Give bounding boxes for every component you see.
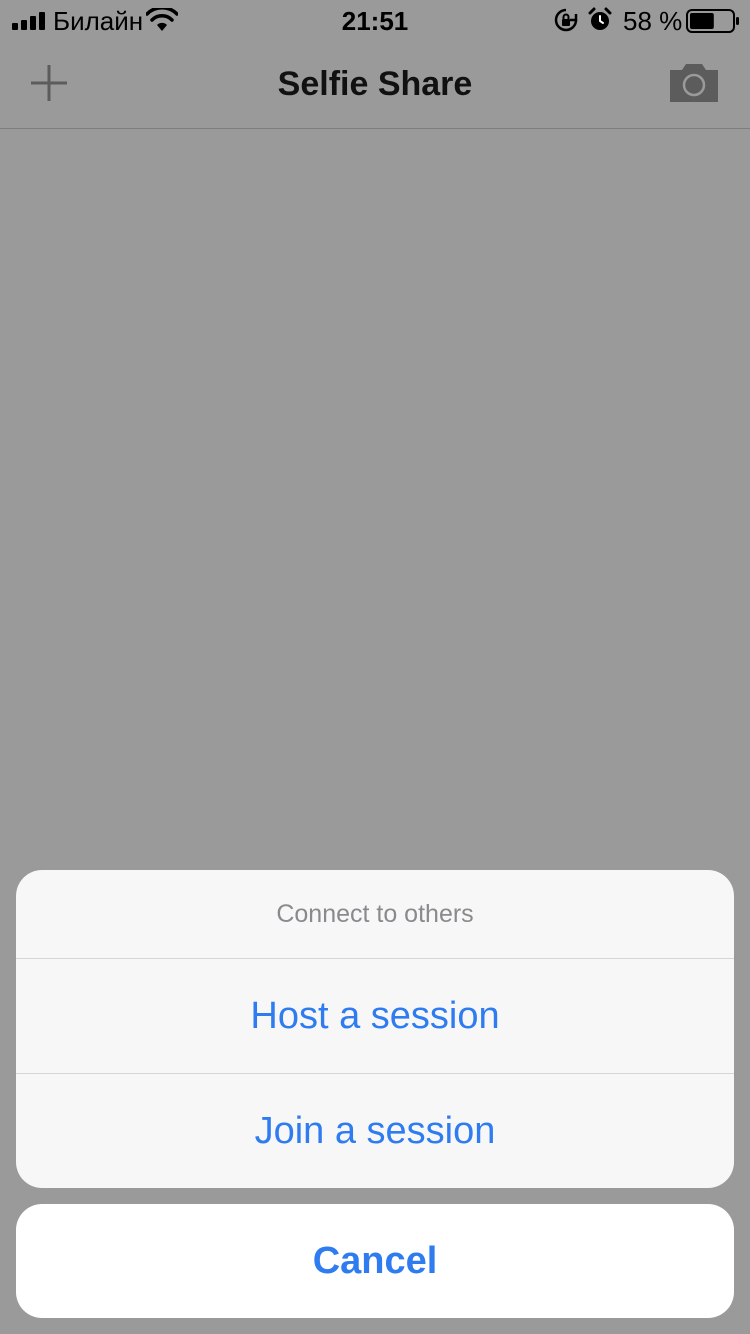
action-sheet: Connect to others Host a session Join a … bbox=[16, 870, 734, 1188]
status-bar: Билайн 21:51 58 % bbox=[0, 0, 750, 40]
rotation-lock-icon bbox=[554, 8, 578, 32]
camera-icon[interactable] bbox=[668, 62, 720, 104]
battery-percent: 58 % bbox=[623, 6, 683, 36]
navigation-bar: Selfie Share bbox=[0, 40, 750, 129]
battery-icon bbox=[686, 9, 739, 33]
cancel-button[interactable]: Cancel bbox=[16, 1204, 734, 1318]
action-sheet-header: Connect to others bbox=[16, 870, 734, 959]
alarm-icon bbox=[588, 7, 612, 30]
page-title: Selfie Share bbox=[277, 65, 473, 103]
host-session-button[interactable]: Host a session bbox=[16, 959, 734, 1074]
action-sheet-title: Connect to others bbox=[276, 899, 474, 928]
join-session-button[interactable]: Join a session bbox=[16, 1074, 734, 1188]
